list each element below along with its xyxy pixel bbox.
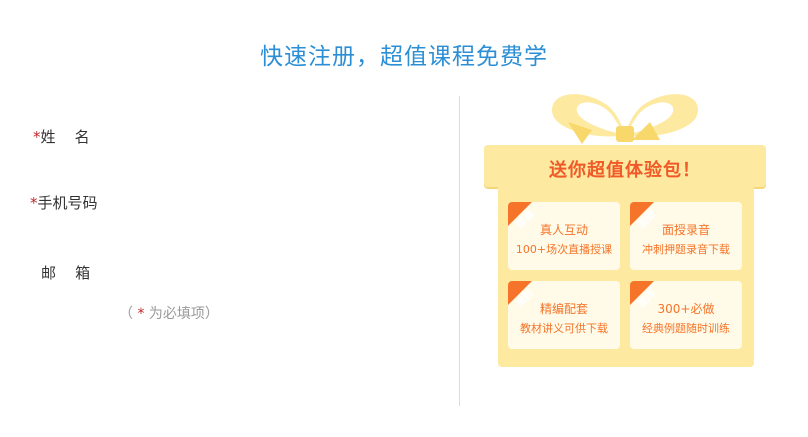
- gift-headline: 送你超值体验包！: [549, 160, 701, 181]
- required-hint: （ * 为必填项）: [119, 303, 219, 323]
- card-subtitle: 100+场次直播授课: [515, 243, 613, 256]
- card-title: 真人互动: [539, 223, 588, 237]
- benefit-card-materials[interactable]: 资料 精编配套 教材讲义可供下载: [508, 281, 620, 349]
- card-title: 面授录音: [661, 223, 710, 237]
- gift-box: 送你超值体验包！ 直播 真人互动 100+场次直播授课 面授 面授录音 冲刺押题…: [482, 80, 768, 380]
- registration-panel: 快速注册，超值课程免费学 *姓 名 *手机号码 邮 箱 （ * 为必填项） 送你…: [0, 0, 808, 437]
- card-title: 300+必做: [657, 302, 715, 316]
- card-title: 精编配套: [539, 302, 588, 316]
- card-subtitle: 经典例题随时训练: [642, 322, 730, 335]
- phone-label: 手机号码: [37, 194, 98, 212]
- email-field-row[interactable]: 邮 箱: [41, 262, 90, 283]
- required-asterisk: *: [30, 194, 38, 212]
- phone-field-row[interactable]: *手机号码: [30, 192, 98, 213]
- name-field-row[interactable]: *姓 名: [33, 126, 90, 147]
- divider: [459, 96, 460, 406]
- card-subtitle: 冲刺押题录音下载: [642, 243, 730, 256]
- email-label: 邮 箱: [41, 264, 91, 282]
- hint-text: 为必填项）: [144, 306, 219, 322]
- card-subtitle: 教材讲义可供下载: [520, 322, 608, 335]
- page-title: 快速注册，超值课程免费学: [260, 44, 548, 70]
- name-label: 姓 名: [40, 128, 90, 146]
- benefit-card-lecture[interactable]: 面授 面授录音 冲刺押题录音下载: [630, 202, 742, 270]
- required-asterisk: *: [33, 128, 41, 146]
- gift-box-body: 直播 真人互动 100+场次直播授课 面授 面授录音 冲刺押题录音下载 资料 精…: [498, 187, 754, 367]
- benefit-card-live[interactable]: 直播 真人互动 100+场次直播授课: [508, 202, 620, 270]
- hint-open: （: [119, 306, 138, 322]
- benefit-card-question-bank[interactable]: 题库 300+必做 经典例题随时训练: [630, 281, 742, 349]
- bow-icon: [552, 94, 698, 144]
